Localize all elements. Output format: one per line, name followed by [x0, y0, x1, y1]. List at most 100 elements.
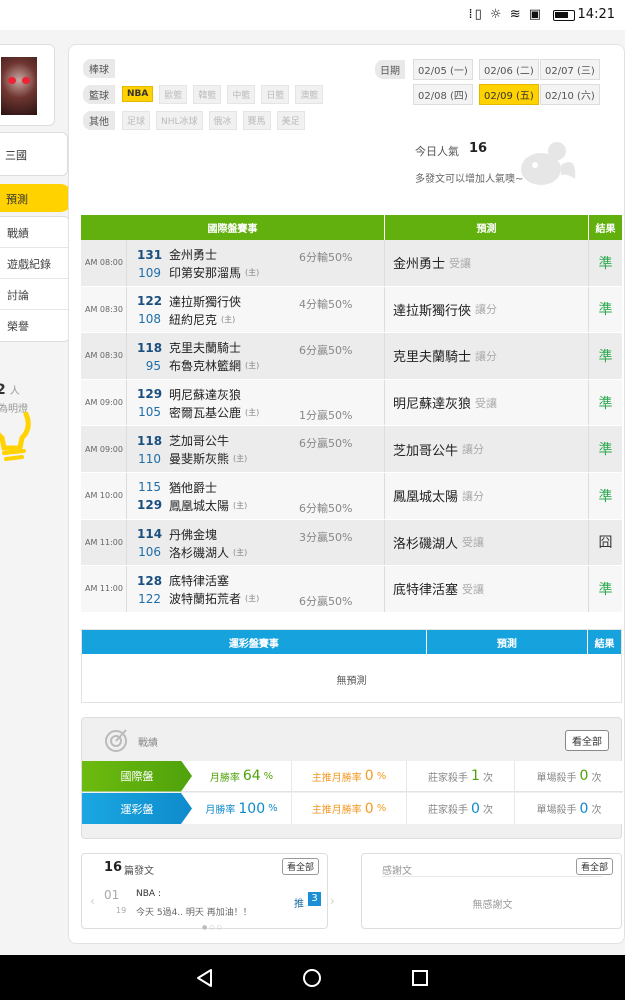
nav-item-record[interactable]: 戰績	[0, 217, 69, 248]
record-row-intl: 國際盤 月勝率 64% 主推月勝率 0% 莊家殺手 1 次 單場殺手 0 次	[82, 760, 623, 792]
carousel-dots: ●○○	[202, 924, 224, 931]
intl-header-prediction: 預測	[385, 215, 589, 240]
post-title[interactable]: NBA :	[136, 889, 161, 899]
spread-text: 6分贏50%	[299, 437, 353, 451]
nav-item-predictions[interactable]: 預測	[0, 184, 74, 212]
home-team-line: 108 紐約尼克 (主)	[137, 311, 235, 328]
nav-list: 戰績 遊戲紀錄 討論 榮譽	[0, 216, 70, 342]
game-time: AM 09:00	[81, 379, 127, 426]
spread-text: 3分贏50%	[299, 530, 353, 544]
home-score: 106	[138, 545, 161, 560]
record-banker-killer: 莊家殺手 1 次	[407, 760, 515, 792]
filter-row-basketball: 籃球 NBA 歐籃 韓籃 中籃 日籃 澳籃	[83, 83, 373, 105]
prediction-note: 讓分	[462, 489, 485, 503]
thanks-empty-message: 無感謝文	[472, 900, 513, 911]
spread-text: 6分贏50%	[299, 344, 353, 358]
predicted-team: 克里夫蘭騎士	[393, 350, 472, 366]
away-team-line: 115 猶他爵士	[137, 479, 217, 496]
avatar-card[interactable]	[0, 44, 55, 126]
game-time: AM 08:30	[81, 333, 127, 379]
table-row[interactable]: AM 09:00 129 明尼蘇達灰狼 105 密爾瓦基公鹿 (主) 1分贏50% 明尼蘇達灰…	[81, 379, 622, 427]
lottery-header-prediction: 預測	[427, 630, 589, 654]
table-row[interactable]: AM 08:30 118 克里夫蘭騎士 95 布魯克林籃網 (主) 6分贏50% 克里夫蘭騎士…	[81, 333, 622, 380]
record-month-winrate: 月勝率 64%	[192, 760, 292, 792]
record-view-all-button[interactable]: 看全部	[565, 730, 609, 751]
chevron-left-icon[interactable]: ‹	[90, 894, 95, 908]
filter-category-baseball[interactable]: 棒球	[83, 58, 115, 78]
home-tag: (主)	[221, 314, 236, 324]
avatar[interactable]	[1, 57, 37, 115]
filter-chip-japan-basketball[interactable]: 日籃	[261, 84, 290, 104]
record-label-lottery: 運彩盤	[82, 793, 192, 824]
filter-chip-korea-basketball[interactable]: 韓籃	[193, 84, 222, 104]
table-row[interactable]: AM 09:00 118 芝加哥公牛 110 曼斐斯灰熊 (主) 6分贏50% 芝加哥公牛 讓分…	[81, 426, 622, 473]
back-icon[interactable]	[192, 965, 218, 991]
lottery-predictions-table: 運彩盤賽事 預測 結果 無預測	[81, 629, 622, 703]
filter-chip-american-football[interactable]: 美足	[276, 110, 305, 130]
post-item[interactable]: ‹ 01 19 NBA : 今天 5過4.. 明天 再加油！！ 推 3 ›	[90, 886, 335, 922]
prediction-note: 讓分	[475, 349, 498, 363]
date-chip-0208[interactable]: 02/08 (四)	[413, 84, 473, 105]
post-text[interactable]: 今天 5過4.. 明天 再加油！！	[136, 905, 252, 918]
home-score: 109	[138, 265, 161, 280]
date-chip-0206[interactable]: 02/06 (二)	[479, 59, 539, 80]
date-chip-0207[interactable]: 02/07 (三)	[540, 59, 600, 80]
record-main-winrate: 主推月勝率 0%	[292, 793, 407, 824]
stat-value: 64	[242, 768, 261, 784]
result-cell: 囧	[598, 535, 613, 552]
filter-chip-china-basketball[interactable]: 中籃	[227, 84, 256, 104]
predicted-team: 洛杉磯湖人	[393, 536, 459, 552]
away-team-line: 118 克里夫蘭騎士	[137, 339, 241, 356]
nav-item-discussion[interactable]: 討論	[0, 279, 69, 310]
table-row[interactable]: AM 08:30 122 達拉斯獨行俠 108 紐約尼克 (主) 4分輸50% 達拉斯獨行俠讓…	[81, 286, 622, 334]
date-chip-0209[interactable]: 02/09 (五)	[479, 84, 539, 105]
today-popularity-label: 今日人氣	[415, 145, 459, 158]
predicted-team: 明尼蘇達灰狼	[393, 397, 472, 413]
chevron-right-icon[interactable]: ›	[330, 894, 335, 908]
prediction-cell: 達拉斯獨行俠 讓分	[385, 286, 589, 333]
home-team: 洛杉磯湖人	[169, 545, 230, 560]
away-team-line: 122 達拉斯獨行俠	[137, 293, 241, 310]
nav-item-game-log[interactable]: 遊戲紀錄	[0, 248, 69, 279]
filter-chip-soccer[interactable]: 足球	[122, 110, 151, 130]
filter-chip-russia-hockey[interactable]: 俄冰	[208, 110, 237, 130]
home-team-line: 109 印第安那溜馬 (主)	[137, 264, 259, 281]
filter-chip-australia-basketball[interactable]: 澳籃	[295, 84, 324, 104]
username: 三國	[5, 149, 27, 162]
filter-chip-nba[interactable]: NBA	[122, 86, 154, 102]
date-chip-0210[interactable]: 02/10 (六)	[540, 84, 600, 105]
table-row[interactable]: AM 08:00 131 金州勇士 109 印第安那溜馬 (主) 6分輸50% 金州勇士 受讓準	[81, 240, 622, 287]
prediction-cell: 底特律活塞 受讓	[385, 566, 589, 612]
stat-unit: %	[268, 803, 278, 814]
filter-category-basketball[interactable]: 籃球	[83, 84, 115, 104]
away-team: 底特律活塞	[169, 574, 230, 589]
stat-label: 主推月勝率	[311, 772, 362, 784]
table-row[interactable]: AM 10:00 115 猶他爵士 129 鳳凰城太陽 (主) 6分輸50% 鳳凰城太陽 讓分準	[81, 472, 622, 520]
table-row[interactable]: AM 11:00 114 丹佛金塊 106 洛杉磯湖人 (主) 3分贏50% 洛杉磯湖人 受讓囧	[81, 519, 622, 567]
nav-item-honors[interactable]: 榮譽	[0, 310, 69, 341]
date-chip-0205[interactable]: 02/05 (一)	[413, 59, 473, 80]
recents-icon[interactable]	[407, 965, 433, 991]
popularity-number: 2	[0, 382, 6, 398]
filter-chip-euro-basketball[interactable]: 歐籃	[159, 84, 188, 104]
status-bar: ⁞▯ ☼ ≋ ▣ 14:21	[0, 0, 625, 30]
thanks-view-all-button[interactable]: 看全部	[575, 858, 613, 875]
table-row[interactable]: AM 11:00 128 底特律活塞 122 波特蘭拓荒者 (主) 6分贏50% 底特律活塞受…	[81, 566, 622, 613]
filter-category-other[interactable]: 其他	[83, 110, 115, 130]
home-icon[interactable]	[299, 965, 325, 991]
prediction-cell: 鳳凰城太陽 讓分	[385, 472, 589, 519]
stat-unit: 次	[591, 772, 602, 784]
home-score: 122	[138, 591, 161, 606]
filter-chip-horse-racing[interactable]: 賽馬	[242, 110, 271, 130]
home-team: 印第安那溜馬	[169, 266, 242, 280]
home-tag: (主)	[245, 407, 260, 417]
filter-chip-nhl[interactable]: NHL冰球	[156, 110, 203, 130]
game-time: AM 10:00	[81, 472, 127, 519]
away-team-line: 131 金州勇士	[137, 246, 217, 263]
status-time: 14:21	[577, 7, 615, 22]
result-cell: 準	[598, 255, 613, 272]
posts-view-all-button[interactable]: 看全部	[281, 858, 319, 875]
away-team: 金州勇士	[169, 248, 218, 262]
posts-label: 篇發文	[124, 866, 154, 877]
result-cell: 準	[598, 302, 613, 319]
